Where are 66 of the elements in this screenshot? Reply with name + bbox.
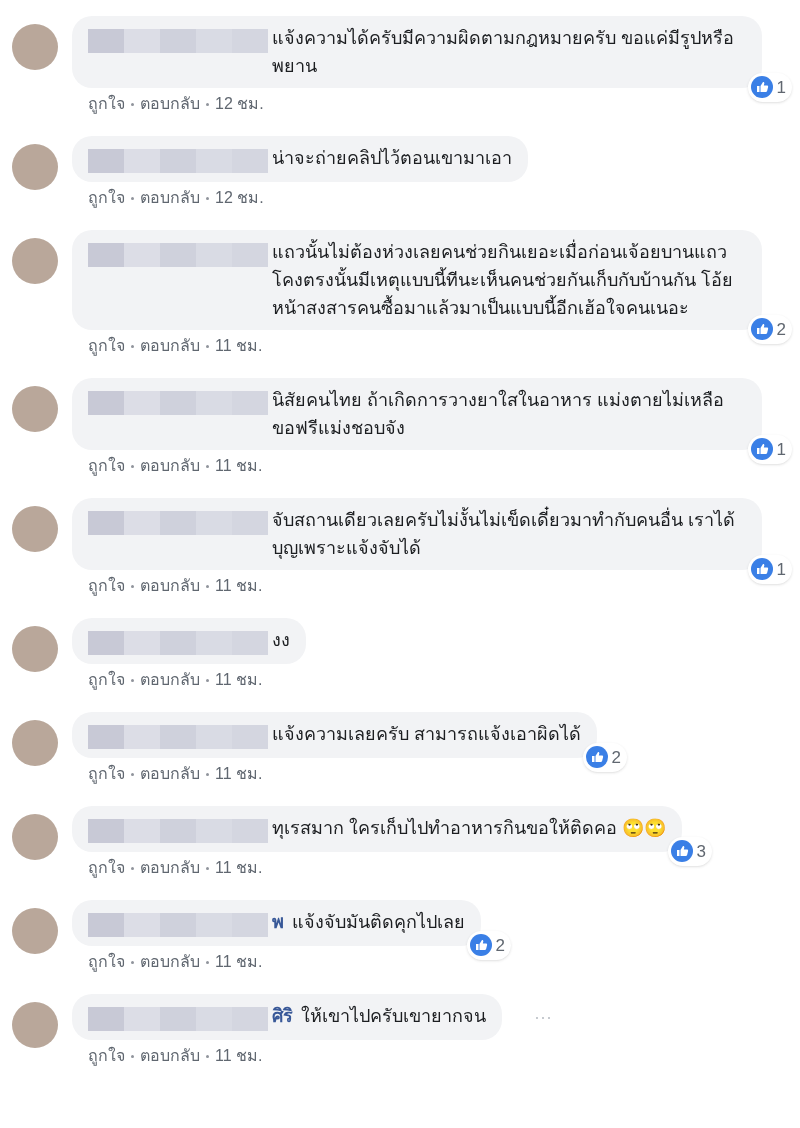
timestamp-link[interactable]: 11 ชม.	[215, 950, 263, 974]
like-link[interactable]: ถูกใจ	[88, 668, 125, 692]
avatar[interactable]	[12, 386, 58, 432]
like-link[interactable]: ถูกใจ	[88, 950, 125, 974]
reply-link[interactable]: ตอบกลับ	[140, 762, 200, 786]
like-link[interactable]: ถูกใจ	[88, 454, 125, 478]
thumbs-up-icon	[469, 934, 492, 957]
comment-text: งง	[272, 629, 290, 652]
reaction-count[interactable]: 2	[466, 930, 511, 960]
reply-link[interactable]: ตอบกลับ	[140, 186, 200, 210]
like-link[interactable]: ถูกใจ	[88, 856, 125, 880]
timestamp-link[interactable]: 12 ชม.	[215, 92, 264, 116]
timestamp-link[interactable]: 11 ชม.	[215, 762, 263, 786]
thumbs-up-icon	[750, 438, 773, 461]
reaction-count[interactable]: 2	[582, 742, 627, 772]
reply-link[interactable]: ตอบกลับ	[140, 668, 200, 692]
timestamp-link[interactable]: 11 ชม.	[215, 454, 263, 478]
thumbs-up-icon	[670, 840, 693, 863]
avatar[interactable]	[12, 238, 58, 284]
comment-text: ทุเรสมาก ใครเก็บไปทำอาหารกินขอให้ติดคอ 🙄🙄	[272, 816, 666, 841]
reply-link[interactable]: ตอบกลับ	[140, 950, 200, 974]
avatar[interactable]	[12, 24, 58, 70]
thumbs-up-icon	[585, 746, 608, 769]
timestamp-link[interactable]: 12 ชม.	[215, 186, 264, 210]
avatar[interactable]	[12, 1002, 58, 1048]
like-link[interactable]: ถูกใจ	[88, 92, 125, 116]
reaction-count[interactable]: 1	[747, 554, 792, 584]
avatar[interactable]	[12, 506, 58, 552]
thumbs-up-icon	[750, 318, 773, 341]
thumbs-up-icon	[750, 76, 773, 99]
like-link[interactable]: ถูกใจ	[88, 1044, 125, 1068]
comment-text: แจ้งความเลยครับ สามารถแจ้งเอาผิดได้	[272, 723, 581, 746]
avatar[interactable]	[12, 908, 58, 954]
reply-link[interactable]: ตอบกลับ	[140, 334, 200, 358]
comment-text: แถวนั้นไม่ต้องห่วงเลยคนช่วยกินเยอะเมื่อก่อนเจ้อยบานแถวโคงตรงนั้นมีเหตุแบบนี้ทีนะเห็นคนช่วยกันเก็บกับบ้านกัน โอ้ยหน้าสงสารคนซื้อมาแล้วมาเป็นแบบนี้อีกเฮ้อใจคนเนอะ	[272, 238, 746, 322]
like-link[interactable]: ถูกใจ	[88, 574, 125, 598]
timestamp-link[interactable]: 11 ชม.	[215, 334, 263, 358]
avatar[interactable]	[12, 144, 58, 190]
timestamp-link[interactable]: 11 ชม.	[215, 856, 263, 880]
thumbs-up-icon	[750, 558, 773, 581]
avatar[interactable]	[12, 626, 58, 672]
comment-text: ให้เขาไปครับเขายากจน	[301, 1004, 486, 1028]
reply-link[interactable]: ตอบกลับ	[140, 856, 200, 880]
avatar[interactable]	[12, 720, 58, 766]
comment-text: น่าจะถ่ายคลิปไว้ตอนเขามาเอา	[272, 147, 512, 170]
comment-text: นิสัยคนไทย ถ้าเกิดการวางยาใสในอาหาร แม่งตายไม่เหลือ ขอฟรีแม่งชอบจัง	[272, 388, 725, 440]
timestamp-link[interactable]: 11 ชม.	[215, 668, 263, 692]
comment-text: แจ้งจับมันติดคุกไปเลย	[292, 911, 465, 935]
reply-link[interactable]: ตอบกลับ	[140, 454, 200, 478]
like-link[interactable]: ถูกใจ	[88, 334, 125, 358]
reply-link[interactable]: ตอบกลับ	[140, 1044, 200, 1068]
author-name[interactable]: ศิริ	[272, 1002, 293, 1030]
comment-text: แจ้งความได้ครับมีความผิดตามกฎหมายครับ ขอแค่มีรูปหรือพยาน	[272, 27, 735, 78]
avatar[interactable]	[12, 814, 58, 860]
reaction-count[interactable]: 1	[747, 72, 792, 102]
like-link[interactable]: ถูกใจ	[88, 186, 125, 210]
timestamp-link[interactable]: 11 ชม.	[215, 574, 263, 598]
reaction-count[interactable]: 2	[747, 314, 792, 344]
like-link[interactable]: ถูกใจ	[88, 762, 125, 786]
reaction-count[interactable]: 1	[747, 434, 792, 464]
reaction-count[interactable]: 3	[667, 836, 712, 866]
timestamp-link[interactable]: 11 ชม.	[215, 1044, 263, 1068]
reply-link[interactable]: ตอบกลับ	[140, 92, 200, 116]
comment-text: จับสถานเดียวเลยครับไม่งั้นไม่เข็ดเดี๋ยวมาทำกับคนอื่น เราได้บุญเพราะแจ้งจับได้	[272, 506, 746, 562]
reply-link[interactable]: ตอบกลับ	[140, 574, 200, 598]
author-name[interactable]: พ	[272, 908, 284, 936]
